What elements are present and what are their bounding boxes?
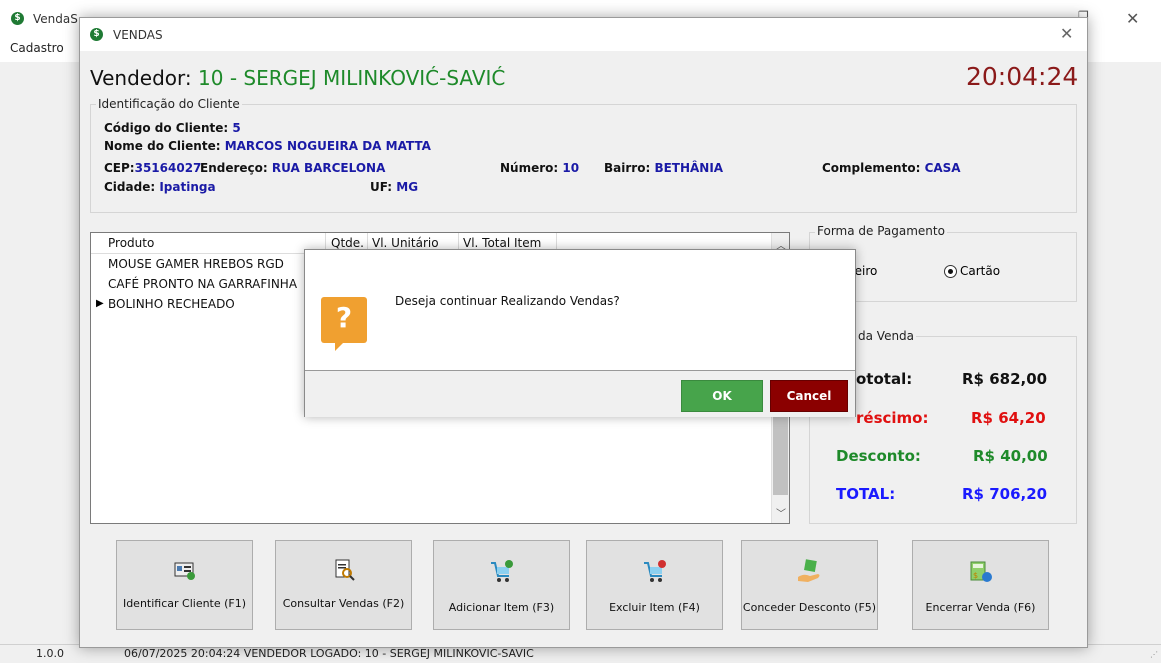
vendas-titlebar [80,18,1087,51]
app-logo-icon: $ [11,12,24,25]
client-number-label: Número: [500,161,559,175]
client-number: Número: 10 [500,161,579,175]
client-legend: Identificação do Cliente [96,97,242,111]
client-complement-value: CASA [924,161,961,175]
cart-add-icon [490,560,513,582]
grant-discount-button[interactable]: Conceder Desconto (F5) [741,540,878,630]
cancel-button-label: Cancel [786,389,832,403]
subtotal-value: R$ 682,00 [962,370,1048,388]
grant-discount-label: Conceder Desconto (F5) [742,601,877,614]
main-close-icon[interactable]: ✕ [1126,9,1139,28]
vendas-logo-icon: $ [90,28,103,41]
seller-heading: Vendedor: 10 - SERGEJ MILINKOVIĆ-SAVIĆ [90,66,505,90]
client-complement-label: Complemento: [822,161,921,175]
client-code-value: 5 [232,121,241,135]
ok-button[interactable]: OK [681,380,763,412]
close-sale-label: Encerrar Venda (F6) [925,601,1036,614]
client-city-label: Cidade: [104,180,156,194]
client-cep-value: 35164027 [134,161,202,175]
clock: 20:04:24 [966,62,1079,91]
row-produto: BOLINHO RECHEADO [108,297,235,311]
client-code-label: Código do Cliente: [104,121,229,135]
svg-text:$: $ [973,571,978,580]
addition-label: réscimo: [856,409,929,427]
client-address-value: RUA BARCELONA [271,161,386,175]
row-indicator-icon: ▶ [96,298,104,309]
confirm-dialog: ? Deseja continuar Realizando Vendas? OK… [304,249,856,417]
discount-hand-icon [797,559,819,582]
col-vl-unitario[interactable]: Vl. Unitário [372,236,439,250]
consult-sales-button[interactable]: Consultar Vendas (F2) [275,540,412,630]
payment-card-label[interactable]: Cartão [960,264,1000,278]
cancel-button[interactable]: Cancel [770,380,848,412]
consult-sales-label: Consultar Vendas (F2) [282,597,405,610]
main-window-title: VendaS [33,12,78,26]
client-name-label: Nome do Cliente: [104,139,221,153]
client-uf-value: MG [396,180,419,194]
client-cep-label: CEP: [104,161,135,175]
id-card-icon [174,562,195,580]
col-produto[interactable]: Produto [108,236,154,250]
client-district-value: BETHÂNIA [654,161,724,175]
identify-client-button[interactable]: Identificar Cliente (F1) [116,540,253,630]
seller-name: 10 - SERGEJ MILINKOVIĆ-SAVIĆ [198,66,506,90]
status-text: 06/07/2025 20:04:24 VENDEDOR LOGADO: 10 … [124,647,534,660]
total-value: R$ 706,20 [962,485,1048,503]
payment-legend: Forma de Pagamento [815,224,947,238]
client-cep: CEP:35164027 [104,161,201,175]
row-produto: MOUSE GAMER HREBOS RGD [108,257,284,271]
question-icon: ? [321,297,367,351]
scroll-down-icon[interactable]: ﹀ [776,505,786,520]
dialog-footer: OK Cancel [305,370,855,417]
discount-label: Desconto: [836,447,921,465]
subtotal-label: ototal: [856,370,913,388]
client-uf-label: UF: [370,180,393,194]
add-item-button[interactable]: Adicionar Item (F3) [433,540,570,630]
summary-legend: da Venda [856,329,917,343]
addition-value: R$ 64,20 [971,409,1046,427]
add-item-label: Adicionar Item (F3) [448,601,555,614]
close-sale-button[interactable]: $ Encerrar Venda (F6) [912,540,1049,630]
remove-item-button[interactable]: Excluir Item (F4) [586,540,723,630]
search-document-icon [335,559,355,581]
col-vl-total[interactable]: Vl. Total Item [463,236,541,250]
seller-label: Vendedor: [90,66,192,90]
col-qtde[interactable]: Qtde. [331,236,364,250]
payment-card-radio[interactable] [944,265,957,278]
client-district: Bairro: BETHÂNIA [604,161,723,175]
cart-remove-icon [643,560,666,582]
vendas-close-icon[interactable]: ✕ [1060,24,1073,43]
client-name-value: MARCOS NOGUEIRA DA MATTA [224,139,431,153]
ok-button-label: OK [712,389,732,403]
client-number-value: 10 [562,161,580,175]
client-name: Nome do Cliente: MARCOS NOGUEIRA DA MATT… [104,139,431,153]
client-code: Código do Cliente: 5 [104,121,241,135]
client-district-label: Bairro: [604,161,651,175]
menu-item-cadastro[interactable]: Cadastro [10,41,64,55]
discount-value: R$ 40,00 [973,447,1048,465]
cash-register-icon: $ [970,561,992,582]
client-city-value: Ipatinga [159,180,216,194]
radio-selected-dot [948,269,953,274]
row-produto: CAFÉ PRONTO NA GARRAFINHA [108,277,298,291]
vendas-window-title: VENDAS [113,28,163,42]
client-complement: Complemento: CASA [822,161,961,175]
total-label: TOTAL: [836,485,896,503]
resize-grip-icon[interactable]: ⋰ [1150,650,1158,659]
remove-item-label: Excluir Item (F4) [609,601,700,614]
client-city: Cidade: Ipatinga [104,180,216,194]
client-address-label: Endereço: [200,161,268,175]
client-uf: UF: MG [370,180,418,194]
client-address: Endereço: RUA BARCELONA [200,161,385,175]
status-version: 1.0.0 [36,647,64,660]
dialog-message: Deseja continuar Realizando Vendas? [395,294,620,308]
identify-client-label: Identificar Cliente (F1) [122,597,247,610]
